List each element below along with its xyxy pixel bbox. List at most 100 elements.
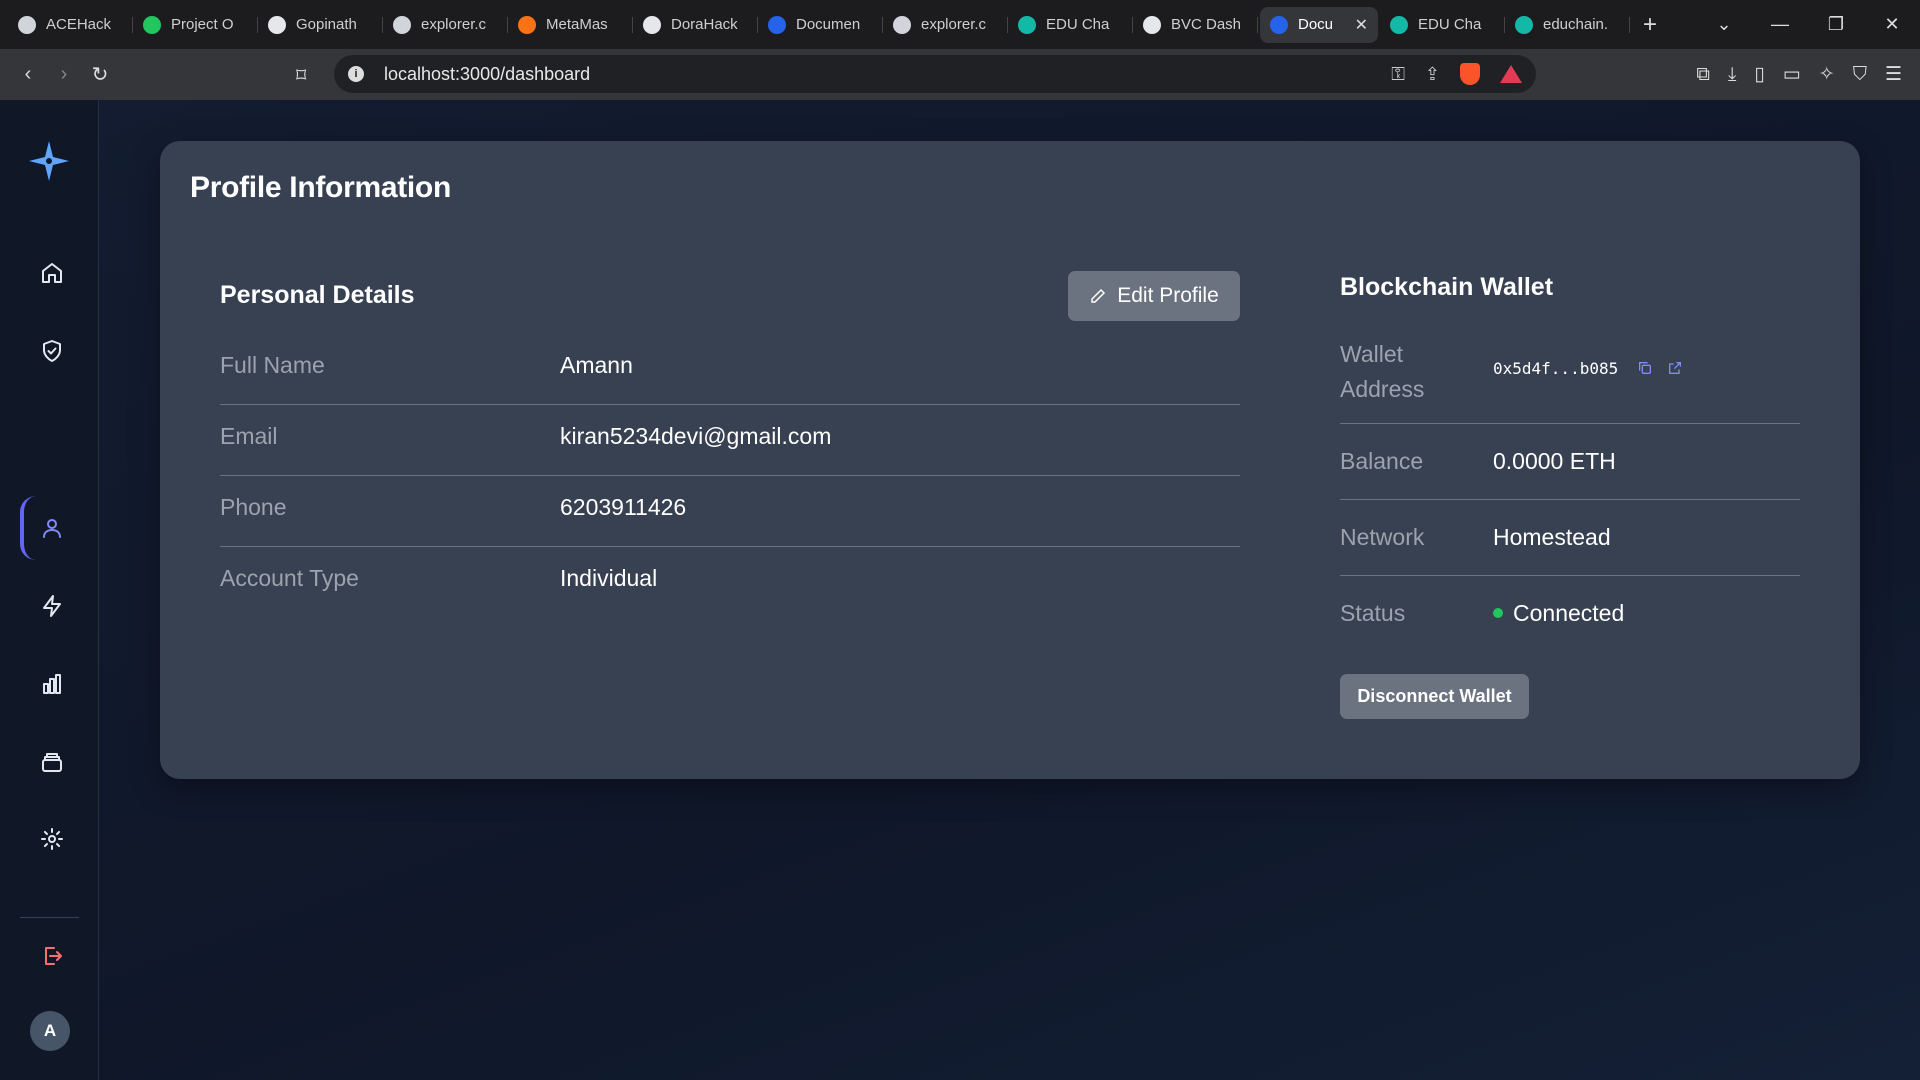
user-icon [43, 519, 61, 538]
browser-tab[interactable]: explorer.c [883, 7, 1008, 43]
sidebar-toggle-icon[interactable]: ▯ [1754, 63, 1764, 86]
detail-value: kiran5234devi@gmail.com [560, 423, 832, 449]
wallet-address-value-group: 0x5d4f...b085 [1493, 349, 1683, 386]
tab-label: DoraHack [671, 16, 738, 33]
tab-favicon-icon [1018, 15, 1036, 34]
browser-tab[interactable]: Documen [758, 7, 883, 43]
detail-row-account-type: Account Type Individual [220, 547, 1240, 618]
minimize-icon[interactable]: — [1752, 14, 1808, 35]
logout-icon [45, 947, 62, 965]
sidebar-item-home[interactable] [30, 251, 74, 295]
tab-favicon-icon [643, 15, 661, 34]
browser-tab[interactable]: DoraHack [633, 7, 758, 43]
brave-shields-icon[interactable] [1460, 63, 1480, 85]
browser-tab[interactable]: MetaMas [508, 7, 633, 43]
wallet-row-address: Wallet Address 0x5d4f...b085 [1340, 337, 1800, 424]
download-icon[interactable]: ⤓ [1728, 64, 1736, 86]
wallet-address-label: Wallet Address [1340, 337, 1424, 407]
home-icon [42, 263, 62, 283]
address-bar[interactable]: i localhost:3000/dashboard ⚿ ⇪ [334, 55, 1536, 93]
edit-profile-button[interactable]: Edit Profile [1068, 271, 1240, 321]
tab-label: ACEHack [46, 16, 112, 33]
sidebar-item-analytics[interactable] [30, 662, 74, 706]
balance-value: 0.0000 ETH [1493, 448, 1616, 474]
tab-label: Project O [171, 16, 234, 33]
personal-details-title: Personal Details [220, 281, 415, 309]
new-tab-button[interactable]: + [1630, 11, 1670, 39]
external-link-icon[interactable] [1667, 351, 1683, 374]
toolbar-icons: ⧉ ⤓ ▯ ▭ ✧ ⛉ ☰ [1696, 49, 1902, 100]
detail-row-email: Email kiran5234devi@gmail.com [220, 405, 1240, 476]
browser-tab[interactable]: EDU Cha [1008, 7, 1133, 43]
wallet-icon[interactable]: ▭ [1783, 63, 1801, 86]
leo-ai-icon[interactable]: ✧ [1819, 63, 1835, 86]
sidebar-item-logout[interactable] [30, 934, 74, 978]
menu-icon[interactable]: ☰ [1885, 63, 1902, 86]
sidebar: A [0, 100, 99, 1080]
tab-favicon-icon [18, 15, 36, 34]
copy-icon[interactable] [1637, 351, 1653, 374]
browser-tab[interactable]: educhain. [1505, 7, 1630, 43]
sidebar-item-settings[interactable] [30, 817, 74, 861]
detail-value: 6203911426 [560, 494, 687, 520]
close-window-icon[interactable]: ✕ [1864, 14, 1920, 35]
forward-icon[interactable]: › [46, 63, 82, 86]
detail-value: Amann [560, 352, 633, 378]
browser-tab[interactable]: BVC Dash [1133, 7, 1258, 43]
tab-label: Docu [1298, 16, 1334, 33]
tab-label: BVC Dash [1171, 16, 1242, 33]
detail-value: Individual [560, 565, 658, 591]
browser-tab[interactable]: ACEHack [8, 7, 133, 43]
site-info-icon[interactable]: i [348, 66, 364, 82]
tab-label: educhain. [1543, 16, 1609, 33]
detail-label: Full Name [220, 352, 325, 378]
share-icon[interactable]: ⇪ [1425, 64, 1440, 85]
tab-favicon-icon [768, 15, 786, 34]
window-controls: ⌄ — ❐ ✕ [1696, 0, 1920, 49]
tab-list-chevron-icon[interactable]: ⌄ [1696, 14, 1752, 35]
wallet-row-network: Network Homestead [1340, 500, 1800, 576]
restore-icon[interactable]: ❐ [1808, 14, 1864, 35]
tab-favicon-icon [1515, 15, 1533, 34]
tab-favicon-icon [393, 15, 411, 34]
sidebar-item-security[interactable] [30, 329, 74, 373]
extensions-icon[interactable]: ⧉ [1696, 64, 1710, 86]
browser-tab[interactable]: Gopinath [258, 7, 383, 43]
tab-label: explorer.c [921, 16, 987, 33]
vpn-icon[interactable]: ⛉ [1853, 64, 1867, 86]
detail-row-full-name: Full Name Amann [220, 334, 1240, 405]
sidebar-item-archive[interactable] [30, 740, 74, 784]
brave-rewards-icon[interactable] [1500, 65, 1522, 83]
archive-icon [42, 753, 62, 772]
sidebar-item-profile[interactable] [20, 496, 74, 560]
wallet-row-status: Status Connected [1340, 576, 1800, 652]
url-text[interactable]: localhost:3000/dashboard [384, 64, 590, 85]
close-tab-icon[interactable]: ✕ [1355, 15, 1368, 35]
browser-tab[interactable]: explorer.c [383, 7, 508, 43]
network-value: Homestead [1493, 524, 1611, 550]
browser-tab[interactable]: Project O [133, 7, 258, 43]
lightning-icon [43, 595, 61, 617]
detail-label: Phone [220, 494, 287, 520]
browser-tab[interactable]: EDU Cha [1380, 7, 1505, 43]
tab-favicon-icon [893, 15, 911, 34]
disconnect-wallet-button[interactable]: Disconnect Wallet [1340, 674, 1529, 719]
avatar[interactable]: A [30, 1011, 70, 1051]
browser-tab[interactable]: Docu ✕ [1260, 6, 1378, 43]
wallet-title: Blockchain Wallet [1340, 273, 1554, 301]
tab-label: EDU Cha [1046, 16, 1110, 33]
bookmark-icon[interactable]: ⌑ [296, 63, 306, 88]
browser-tab-bar: ACEHack Project O Gopinath explorer.c MetaMa… [0, 0, 1920, 49]
tab-favicon-icon [268, 15, 286, 34]
wallet-address-value: 0x5d4f...b085 [1493, 359, 1619, 378]
tab-favicon-icon [518, 15, 536, 34]
back-icon[interactable]: ‹ [10, 63, 46, 86]
balance-label: Balance [1340, 448, 1424, 474]
password-key-icon[interactable]: ⚿ [1391, 64, 1405, 85]
tab-favicon-icon [1270, 15, 1288, 34]
gear-icon [41, 828, 63, 850]
reload-icon[interactable]: ↻ [82, 62, 118, 87]
sidebar-item-activity[interactable] [30, 584, 74, 628]
tab-label: Gopinath [296, 16, 357, 33]
wallet-row-balance: Balance 0.0000 ETH [1340, 424, 1800, 500]
